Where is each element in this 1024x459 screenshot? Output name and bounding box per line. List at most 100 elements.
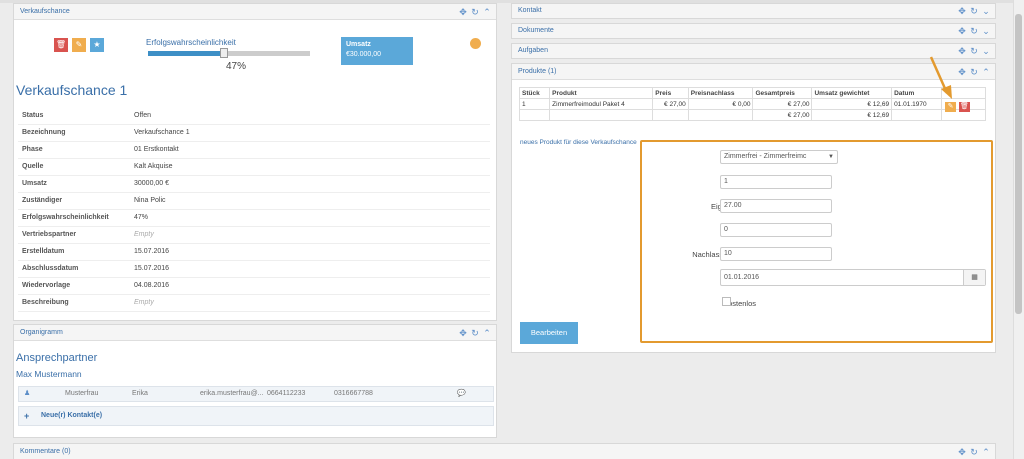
panel-header: Organigramm — [14, 325, 496, 341]
opportunity-name: Verkaufschance 1 — [16, 82, 128, 98]
table-cell: € 27,00 — [652, 98, 689, 110]
field-value[interactable]: Offen — [134, 108, 151, 124]
products-table: Stück Produkt Preis Preisnachlass Gesamtprei… — [518, 87, 986, 121]
move-icon[interactable]: ✥ — [957, 4, 967, 18]
stueck-input[interactable]: 1 — [720, 175, 832, 189]
field-row: Beschreibung Empty — [18, 295, 490, 312]
field-value[interactable]: 15.07.2016 — [134, 261, 169, 277]
delete-button[interactable]: 🗑 — [54, 38, 68, 52]
table-cell: 1 — [518, 98, 551, 110]
panel-header: Verkaufschance — [14, 4, 496, 20]
collapse-icon[interactable]: ⌃ — [482, 7, 492, 18]
field-value[interactable]: Nina Polic — [134, 193, 166, 209]
field-label: Umsatz — [22, 180, 47, 187]
move-icon[interactable]: ✥ — [957, 447, 967, 458]
umsatz-label: Umsatz — [346, 41, 371, 48]
produkt-select-value: Zimmerfrei - Zimmerfreimc — [724, 153, 807, 160]
field-label: Phase — [22, 146, 43, 153]
expand-icon[interactable]: ⌄ — [981, 4, 991, 18]
section-bar-kontakt[interactable]: Kontakt ✥ ↻ ⌄ — [511, 3, 996, 19]
move-icon[interactable]: ✥ — [458, 7, 468, 18]
probability-fill — [148, 51, 225, 56]
contact-row[interactable]: ♟ Musterfrau Erika erika.musterfrau@... … — [18, 386, 494, 402]
refresh-icon[interactable]: ↻ — [969, 67, 979, 78]
new-product-link[interactable]: neues Produkt für diese Verkaufschance — [520, 139, 640, 146]
person-icon: ♟ — [24, 390, 31, 397]
column-header: Produkt — [549, 87, 654, 99]
probability-label: Erfolgswahrscheinlichkeit — [146, 38, 236, 47]
expand-icon[interactable]: ⌄ — [981, 44, 991, 58]
comment-icon[interactable]: 💬 — [457, 387, 466, 401]
edit-button[interactable]: ✎ — [72, 38, 86, 52]
field-value[interactable]: Kalt Akquise — [134, 159, 173, 175]
panel-header: Produkte (1) — [512, 64, 995, 80]
field-row: Bezeichnung Verkaufschance 1 — [18, 125, 490, 142]
produkt-select[interactable]: Zimmerfrei - Zimmerfreimc ▼ — [720, 150, 838, 164]
field-value[interactable]: 47% — [134, 210, 148, 226]
field-value[interactable]: 01 Erstkontakt — [134, 142, 179, 158]
table-row: 1 Zimmerfreimodul Paket 4 € 27,00 € 0,00 € 2… — [518, 98, 986, 110]
expand-icon[interactable]: ⌄ — [981, 24, 991, 38]
field-row: Vertriebspartner Empty — [18, 227, 490, 244]
move-icon[interactable]: ✥ — [458, 328, 468, 339]
field-row: Erstelldatum 15.07.2016 — [18, 244, 490, 261]
refresh-icon[interactable]: ↻ — [969, 44, 979, 58]
field-value[interactable]: 04.08.2016 — [134, 278, 169, 294]
field-label: Zuständiger — [22, 197, 63, 204]
plus-icon: + — [24, 411, 30, 421]
move-icon[interactable]: ✥ — [957, 44, 967, 58]
bearbeiten-button[interactable]: Bearbeiten — [520, 322, 578, 344]
move-icon[interactable]: ✥ — [957, 24, 967, 38]
refresh-icon[interactable]: ↻ — [969, 4, 979, 18]
collapse-icon[interactable]: ⌃ — [482, 328, 492, 339]
collapse-icon[interactable]: ⌃ — [981, 447, 991, 458]
table-total-row: € 27,00 € 12,69 — [518, 109, 986, 121]
nachlass-input[interactable]: 0 — [720, 223, 832, 237]
refresh-icon[interactable]: ↻ — [470, 328, 480, 339]
panel-controls: ✥ ↻ ⌃ — [957, 444, 991, 459]
collapse-icon[interactable]: ⌃ — [981, 67, 991, 78]
row-edit-button[interactable]: ✎ — [945, 102, 956, 112]
field-value[interactable]: Empty — [134, 227, 154, 243]
table-cell: € 12,69 — [811, 109, 893, 121]
panel-title: Kommentare (0) — [20, 448, 71, 455]
field-value[interactable]: 30000,00 € — [134, 176, 169, 192]
refresh-icon[interactable]: ↻ — [969, 447, 979, 458]
refresh-icon[interactable]: ↻ — [470, 7, 480, 18]
nachlass-prozent-input[interactable]: 10 — [720, 247, 832, 261]
add-contact-row[interactable]: + Neue(r) Kontakt(e) — [18, 406, 494, 426]
field-row: Quelle Kalt Akquise — [18, 159, 490, 176]
table-cell: € 12,69 — [811, 98, 893, 110]
field-label: Beschreibung — [22, 299, 69, 306]
favorite-button[interactable]: ★ — [90, 38, 104, 52]
panel-title: Verkaufschance — [20, 8, 70, 15]
panel-title: Organigramm — [20, 329, 63, 336]
move-icon[interactable]: ✥ — [957, 67, 967, 78]
field-label: Erfolgswahrscheinlichkeit — [22, 214, 109, 221]
calendar-icon[interactable]: ▦ — [963, 270, 985, 285]
section-bar-dokumente[interactable]: Dokumente ✥ ↻ ⌄ — [511, 23, 996, 39]
column-header: Stück — [518, 87, 551, 99]
scrollbar-thumb[interactable] — [1015, 14, 1022, 314]
datum-input[interactable]: 01.01.2016 ▦ — [720, 269, 986, 286]
field-row: Zuständiger Nina Polic — [18, 193, 490, 210]
field-value[interactable]: 15.07.2016 — [134, 244, 169, 260]
refresh-icon[interactable]: ↻ — [969, 24, 979, 38]
field-label: Wiedervorlage — [22, 282, 71, 289]
column-header: Preis — [652, 87, 689, 99]
field-label: Erstelldatum — [22, 248, 65, 255]
panel-title: Produkte (1) — [518, 68, 557, 75]
section-bar-title: Aufgaben — [518, 47, 548, 54]
field-value[interactable]: Verkaufschance 1 — [134, 125, 190, 141]
row-delete-button[interactable]: 🗑 — [959, 102, 970, 112]
contact-email[interactable]: erika.musterfrau@... — [200, 387, 264, 401]
panel-controls: ✥ ↻ ⌃ — [458, 325, 492, 341]
preis-input[interactable]: 27.00 — [720, 199, 832, 213]
table-header-row: Stück Produkt Preis Preisnachlass Gesamtprei… — [518, 87, 986, 99]
probability-handle[interactable] — [220, 48, 229, 58]
kostenlos-checkbox[interactable] — [722, 297, 731, 306]
kommentare-panel: Kommentare (0) ✥ ↻ ⌃ — [13, 443, 996, 459]
field-value[interactable]: Empty — [134, 295, 154, 311]
section-bar-aufgaben[interactable]: Aufgaben ✥ ↻ ⌄ — [511, 43, 996, 59]
table-cell — [652, 109, 689, 121]
